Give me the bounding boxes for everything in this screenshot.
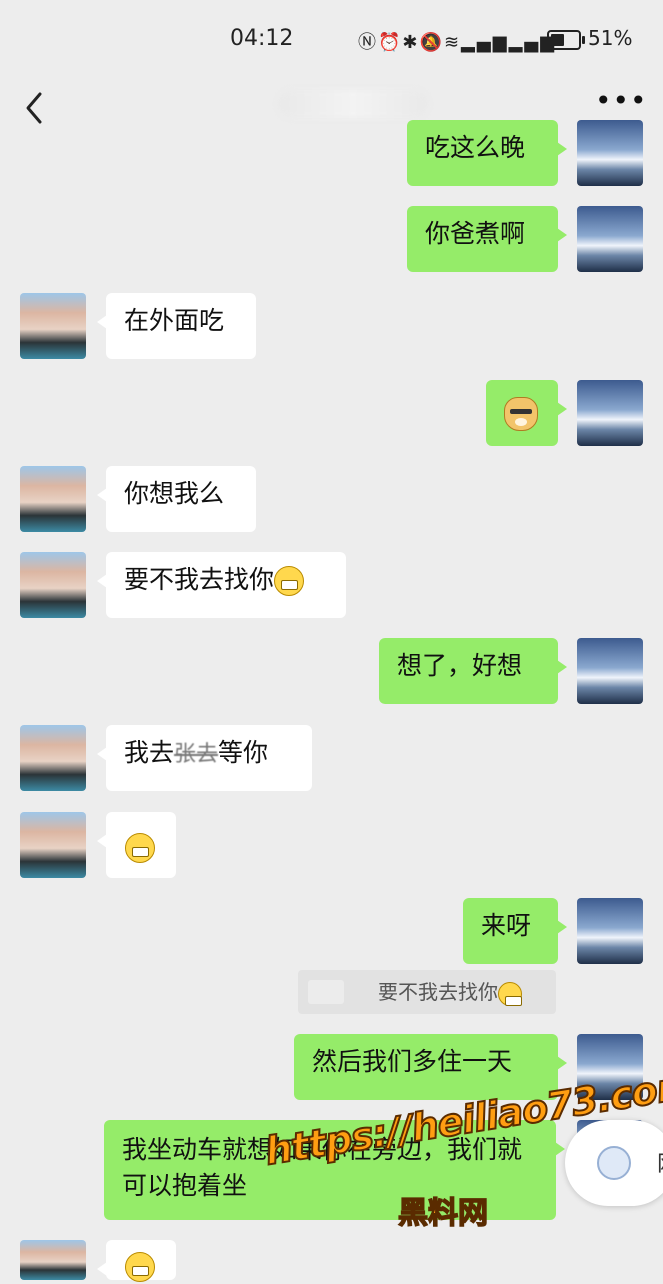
- back-button[interactable]: [18, 84, 58, 128]
- battery-percent: 51%: [588, 26, 633, 50]
- battery-icon: [547, 30, 585, 50]
- message-bubble-contact[interactable]: 在外面吃: [97, 293, 256, 359]
- mute-icon: 🔕: [419, 32, 444, 53]
- message-text: 我去: [124, 738, 175, 767]
- chevron-left-icon: [26, 92, 42, 124]
- grin-emoji-icon: [498, 981, 522, 1006]
- contact-avatar[interactable]: [20, 466, 86, 532]
- message-bubble-contact[interactable]: 要不我去找你: [97, 552, 346, 618]
- signal-5g-icon: ▂▄▆: [461, 32, 509, 53]
- contact-avatar[interactable]: [20, 812, 86, 878]
- message-bubble-me[interactable]: [486, 380, 567, 446]
- grin-emoji-icon: [125, 1252, 155, 1282]
- my-avatar[interactable]: [577, 120, 643, 186]
- grin-emoji-icon: [274, 566, 305, 596]
- contact-avatar[interactable]: [20, 293, 86, 359]
- message-bubble-contact[interactable]: [97, 1240, 176, 1282]
- my-avatar[interactable]: [577, 206, 643, 272]
- bluetooth-icon: ✱: [402, 32, 420, 53]
- my-avatar[interactable]: [577, 638, 643, 704]
- message-bubble-me[interactable]: 想了，好想: [379, 638, 567, 704]
- message-bubble-contact[interactable]: 我去张去等你: [97, 725, 312, 791]
- message-bubble-contact[interactable]: 你想我么: [97, 466, 256, 532]
- game-icon: [597, 1146, 631, 1180]
- quote-thumbnail: [308, 980, 344, 1004]
- status-bar: 04:12 Ⓝ⏰✱🔕≋▂▄▆▂▄▆ 51%: [0, 0, 663, 78]
- quoted-message[interactable]: 要不我去找你: [298, 970, 556, 1014]
- status-icons: Ⓝ⏰✱🔕≋▂▄▆▂▄▆: [358, 28, 556, 54]
- message-text: 等你: [218, 738, 269, 767]
- chat-header: •••: [0, 78, 663, 138]
- floating-button[interactable]: 网: [565, 1120, 663, 1206]
- chat-title-blurred: [278, 90, 428, 118]
- contact-avatar[interactable]: [20, 1240, 86, 1280]
- contact-avatar[interactable]: [20, 552, 86, 618]
- grin-emoji-icon: [125, 833, 155, 863]
- my-avatar[interactable]: [577, 380, 643, 446]
- doge-emoji-icon: [504, 397, 538, 431]
- message-bubble-contact[interactable]: [97, 812, 176, 878]
- message-text: 要不我去找你: [124, 565, 275, 594]
- message-bubble-me[interactable]: 来呀: [463, 898, 567, 964]
- alarm-icon: ⏰: [378, 32, 403, 53]
- struck-text: 张去: [174, 742, 219, 767]
- more-button[interactable]: •••: [595, 84, 647, 124]
- wifi-icon: ≋: [443, 32, 462, 53]
- floating-label: 网: [657, 1146, 663, 1178]
- status-time: 04:12: [230, 26, 294, 51]
- more-dots-icon: •••: [595, 84, 648, 117]
- my-avatar[interactable]: [577, 898, 643, 964]
- message-bubble-me[interactable]: 你爸煮啊: [407, 206, 567, 272]
- message-bubble-me[interactable]: 吃这么晚: [407, 120, 567, 186]
- nfc-icon: Ⓝ: [358, 32, 378, 53]
- watermark-name: 黑料网: [397, 1195, 489, 1232]
- contact-avatar[interactable]: [20, 725, 86, 791]
- quote-text: 要不我去找你: [378, 980, 498, 1004]
